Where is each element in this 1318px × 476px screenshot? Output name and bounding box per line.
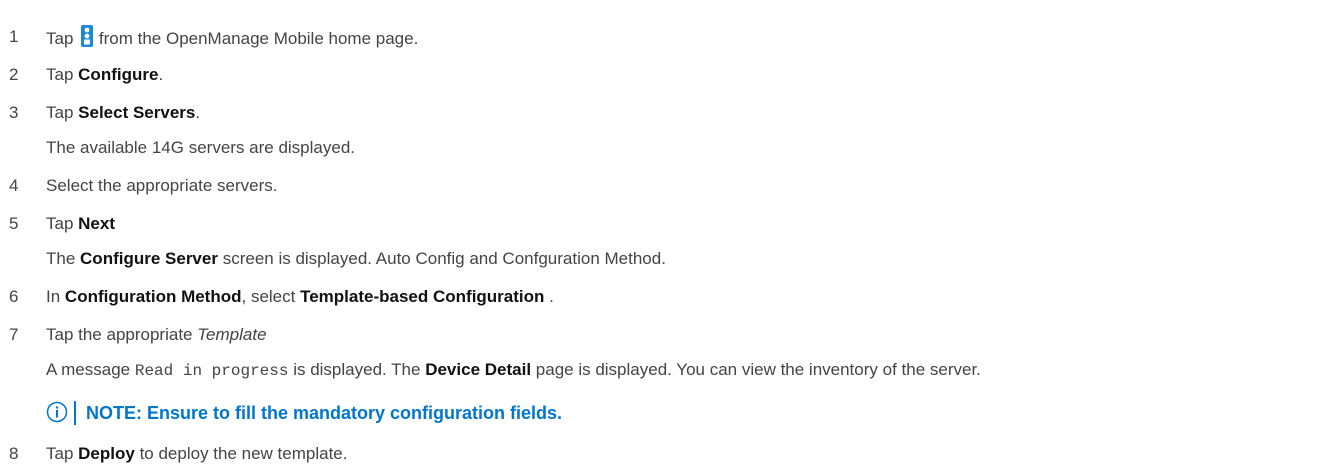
step-7-result: A message Read in progress is displayed.… — [46, 358, 981, 382]
step-number: 6 — [9, 287, 19, 306]
step-text: Tap — [46, 29, 74, 48]
ui-term-next: Next — [78, 214, 116, 233]
step-number: 3 — [9, 103, 19, 122]
step-text: Tap — [46, 65, 74, 84]
step-number: 8 — [9, 444, 19, 463]
step-text-post: to deploy the new template. — [139, 444, 348, 463]
step-number: 4 — [9, 176, 19, 195]
note-divider — [74, 401, 76, 425]
step-text: Tap the appropriate — [46, 325, 193, 344]
step-number: 1 — [9, 27, 19, 46]
note-label: NOTE: — [86, 403, 142, 423]
step-text: Tap — [46, 103, 74, 122]
ui-term-template-based-configuration: Template-based Configuration — [300, 287, 545, 306]
ui-term-configure: Configure — [78, 65, 159, 84]
info-icon — [46, 401, 68, 430]
openmanage-app-icon — [81, 25, 94, 54]
result-text-mid: is displayed. The — [293, 360, 421, 379]
step-text-post: . — [195, 103, 201, 122]
step-text-post: . — [544, 287, 554, 306]
ui-term-select-servers: Select Servers — [78, 103, 196, 122]
ui-term-device-detail: Device Detail — [425, 360, 532, 379]
code-read-in-progress: Read in progress — [134, 362, 289, 380]
ui-term-template: Template — [197, 325, 267, 344]
step-text-mid: , select — [241, 287, 296, 306]
result-text-post: screen is displayed. Auto Config and Con… — [222, 249, 666, 268]
step-number: 7 — [9, 325, 19, 344]
note-message: Ensure to fill the mandatory configurati… — [147, 403, 563, 423]
result-text: The — [46, 249, 76, 268]
step-number: 2 — [9, 65, 19, 84]
step-text: Tap — [46, 444, 74, 463]
ui-term-configuration-method: Configuration Method — [64, 287, 242, 306]
step-5-result: The Configure Server screen is displayed… — [46, 247, 666, 271]
step-text-post: . — [158, 65, 164, 84]
step-text: In — [46, 287, 61, 306]
result-text: A message — [46, 360, 131, 379]
step-number: 5 — [9, 214, 19, 233]
ui-term-configure-server: Configure Server — [80, 249, 218, 268]
step-3-result: The available 14G servers are displayed. — [46, 138, 355, 157]
step-text: Tap — [46, 214, 74, 233]
step-text: Select the appropriate servers. — [46, 176, 278, 195]
step-text-post: from the OpenManage Mobile home page. — [98, 29, 419, 48]
result-text-post: page is displayed. You can view the inve… — [535, 360, 981, 379]
ui-term-deploy: Deploy — [78, 444, 135, 463]
